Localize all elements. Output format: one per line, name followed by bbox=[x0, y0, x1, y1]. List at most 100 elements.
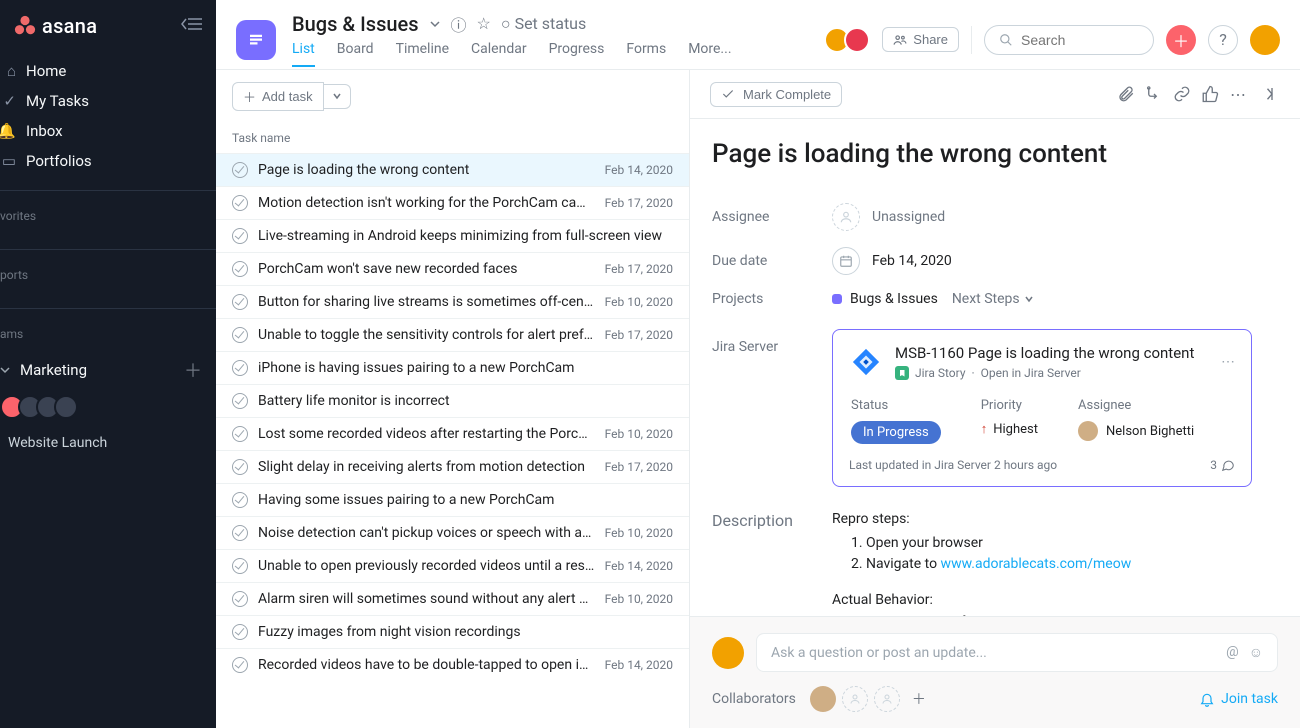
task-row[interactable]: Live-streaming in Android keeps minimizi… bbox=[216, 219, 689, 252]
assignee-value[interactable]: Unassigned bbox=[872, 209, 945, 225]
complete-toggle-icon[interactable] bbox=[232, 558, 248, 574]
task-row[interactable]: Lost some recorded videos after restarti… bbox=[216, 417, 689, 450]
tab-forms[interactable]: Forms bbox=[626, 41, 666, 67]
complete-toggle-icon[interactable] bbox=[232, 393, 248, 409]
sidebar-collapse-icon[interactable] bbox=[180, 17, 202, 35]
task-name: Noise detection can't pickup voices or s… bbox=[258, 525, 595, 541]
sidebar-item-portfolios[interactable]: ▭Portfolios bbox=[0, 146, 208, 176]
jira-open-link[interactable]: Open in Jira Server bbox=[981, 366, 1081, 380]
complete-toggle-icon[interactable] bbox=[232, 591, 248, 607]
task-row[interactable]: Button for sharing live streams is somet… bbox=[216, 285, 689, 318]
task-row[interactable]: Slight delay in receiving alerts from mo… bbox=[216, 450, 689, 483]
jira-card-more-icon[interactable]: ⋯ bbox=[1221, 354, 1235, 370]
emoji-icon[interactable]: ☺ bbox=[1249, 644, 1263, 661]
task-title[interactable]: Page is loading the wrong content bbox=[712, 139, 1278, 169]
complete-toggle-icon[interactable] bbox=[232, 195, 248, 211]
description-body[interactable]: Repro steps: Open your browser Navigate … bbox=[832, 509, 1131, 616]
task-row[interactable]: Motion detection isn't working for the P… bbox=[216, 186, 689, 219]
mark-complete-button[interactable]: Mark Complete bbox=[710, 82, 842, 107]
task-name: Unable to open previously recorded video… bbox=[258, 558, 595, 574]
complete-toggle-icon[interactable] bbox=[232, 657, 248, 673]
jira-story-icon bbox=[895, 366, 909, 380]
add-collaborator-placeholder[interactable] bbox=[842, 686, 868, 712]
chevron-down-icon[interactable] bbox=[429, 18, 441, 30]
user-avatar[interactable] bbox=[1250, 25, 1280, 55]
sidebar-team-marketing[interactable]: Marketing ＋ bbox=[0, 349, 216, 391]
complete-toggle-icon[interactable] bbox=[232, 261, 248, 277]
project-header: Bugs & Issues ⓘ ☆ ○ Set status List Boar… bbox=[216, 0, 1300, 70]
task-row[interactable]: Fuzzy images from night vision recording… bbox=[216, 615, 689, 648]
task-row[interactable]: Recorded videos have to be double-tapped… bbox=[216, 648, 689, 681]
comment-icon bbox=[1221, 458, 1235, 472]
complete-toggle-icon[interactable] bbox=[232, 492, 248, 508]
project-members-facepile[interactable] bbox=[830, 27, 870, 53]
task-due-date: Feb 10, 2020 bbox=[605, 427, 673, 441]
collaborator-avatar[interactable] bbox=[810, 686, 836, 712]
tab-timeline[interactable]: Timeline bbox=[396, 41, 449, 67]
task-row[interactable]: Noise detection can't pickup voices or s… bbox=[216, 516, 689, 549]
task-row[interactable]: iPhone is having issues pairing to a new… bbox=[216, 351, 689, 384]
attachment-icon[interactable] bbox=[1112, 80, 1140, 108]
jira-comment-count[interactable]: 3 bbox=[1210, 458, 1235, 472]
task-due-date: Feb 10, 2020 bbox=[605, 592, 673, 606]
like-icon[interactable] bbox=[1196, 80, 1224, 108]
task-row[interactable]: Unable to toggle the sensitivity control… bbox=[216, 318, 689, 351]
assignee-placeholder-icon[interactable] bbox=[832, 203, 860, 231]
chevron-down-icon bbox=[1024, 294, 1034, 304]
subtask-icon[interactable] bbox=[1140, 80, 1168, 108]
description-link[interactable]: www.adorablecats.com/meow bbox=[941, 556, 1132, 572]
new-button[interactable]: ＋ bbox=[1166, 25, 1196, 55]
sidebar-item-mytasks[interactable]: ✓My Tasks bbox=[0, 86, 208, 116]
complete-toggle-icon[interactable] bbox=[232, 294, 248, 310]
complete-toggle-icon[interactable] bbox=[232, 525, 248, 541]
task-row[interactable]: Battery life monitor is incorrect bbox=[216, 384, 689, 417]
link-icon[interactable] bbox=[1168, 80, 1196, 108]
task-row[interactable]: Unable to open previously recorded video… bbox=[216, 549, 689, 582]
task-row[interactable]: Having some issues pairing to a new Porc… bbox=[216, 483, 689, 516]
complete-toggle-icon[interactable] bbox=[232, 426, 248, 442]
task-due-date: Feb 14, 2020 bbox=[605, 658, 673, 672]
close-detail-icon[interactable] bbox=[1252, 80, 1280, 108]
task-row[interactable]: PorchCam won't save new recorded facesFe… bbox=[216, 252, 689, 285]
set-status-button[interactable]: ○ Set status bbox=[501, 14, 586, 34]
complete-toggle-icon[interactable] bbox=[232, 162, 248, 178]
asana-logo[interactable]: asana bbox=[14, 14, 97, 38]
complete-toggle-icon[interactable] bbox=[232, 228, 248, 244]
comment-input[interactable]: Ask a question or post an update... @ ☺ bbox=[756, 633, 1278, 672]
complete-toggle-icon[interactable] bbox=[232, 327, 248, 343]
tab-progress[interactable]: Progress bbox=[549, 41, 605, 67]
add-collaborator-placeholder[interactable] bbox=[874, 686, 900, 712]
help-button[interactable]: ? bbox=[1208, 25, 1238, 55]
task-row[interactable]: Page is loading the wrong contentFeb 14,… bbox=[216, 153, 689, 186]
sidebar-item-home[interactable]: ⌂Home bbox=[0, 56, 208, 86]
share-button[interactable]: Share bbox=[882, 27, 959, 52]
add-task-dropdown[interactable] bbox=[324, 84, 351, 109]
complete-toggle-icon[interactable] bbox=[232, 360, 248, 376]
complete-toggle-icon[interactable] bbox=[232, 624, 248, 640]
tab-list[interactable]: List bbox=[292, 41, 315, 67]
tab-calendar[interactable]: Calendar bbox=[471, 41, 527, 67]
star-icon[interactable]: ☆ bbox=[477, 14, 491, 33]
join-task-button[interactable]: Join task bbox=[1199, 691, 1278, 707]
calendar-icon[interactable] bbox=[832, 247, 860, 275]
complete-toggle-icon[interactable] bbox=[232, 459, 248, 475]
info-icon[interactable]: ⓘ bbox=[451, 12, 467, 36]
jira-card[interactable]: MSB-1160 Page is loading the wrong conte… bbox=[832, 329, 1252, 487]
sidebar-item-inbox[interactable]: 🔔Inbox bbox=[0, 116, 208, 146]
task-row[interactable]: Alarm siren will sometimes sound without… bbox=[216, 582, 689, 615]
more-actions-icon[interactable]: ⋯ bbox=[1224, 80, 1252, 108]
at-mention-icon[interactable]: @ bbox=[1226, 644, 1239, 661]
due-date-value[interactable]: Feb 14, 2020 bbox=[872, 253, 952, 269]
add-task-button[interactable]: ＋ Add task bbox=[232, 82, 324, 111]
tab-board[interactable]: Board bbox=[337, 41, 374, 67]
search-box[interactable] bbox=[984, 25, 1154, 55]
tab-more[interactable]: More... bbox=[688, 41, 731, 67]
add-collaborator-button[interactable]: ＋ bbox=[912, 689, 926, 709]
search-input[interactable] bbox=[1021, 32, 1121, 48]
section-selector[interactable]: Next Steps bbox=[952, 291, 1034, 307]
project-chip[interactable]: Bugs & Issues bbox=[832, 291, 938, 307]
sidebar-project-website-launch[interactable]: Website Launch bbox=[0, 429, 216, 457]
logo-text: asana bbox=[42, 14, 97, 38]
sidebar-section-reports: ports bbox=[0, 249, 216, 290]
plus-icon[interactable]: ＋ bbox=[184, 357, 202, 383]
